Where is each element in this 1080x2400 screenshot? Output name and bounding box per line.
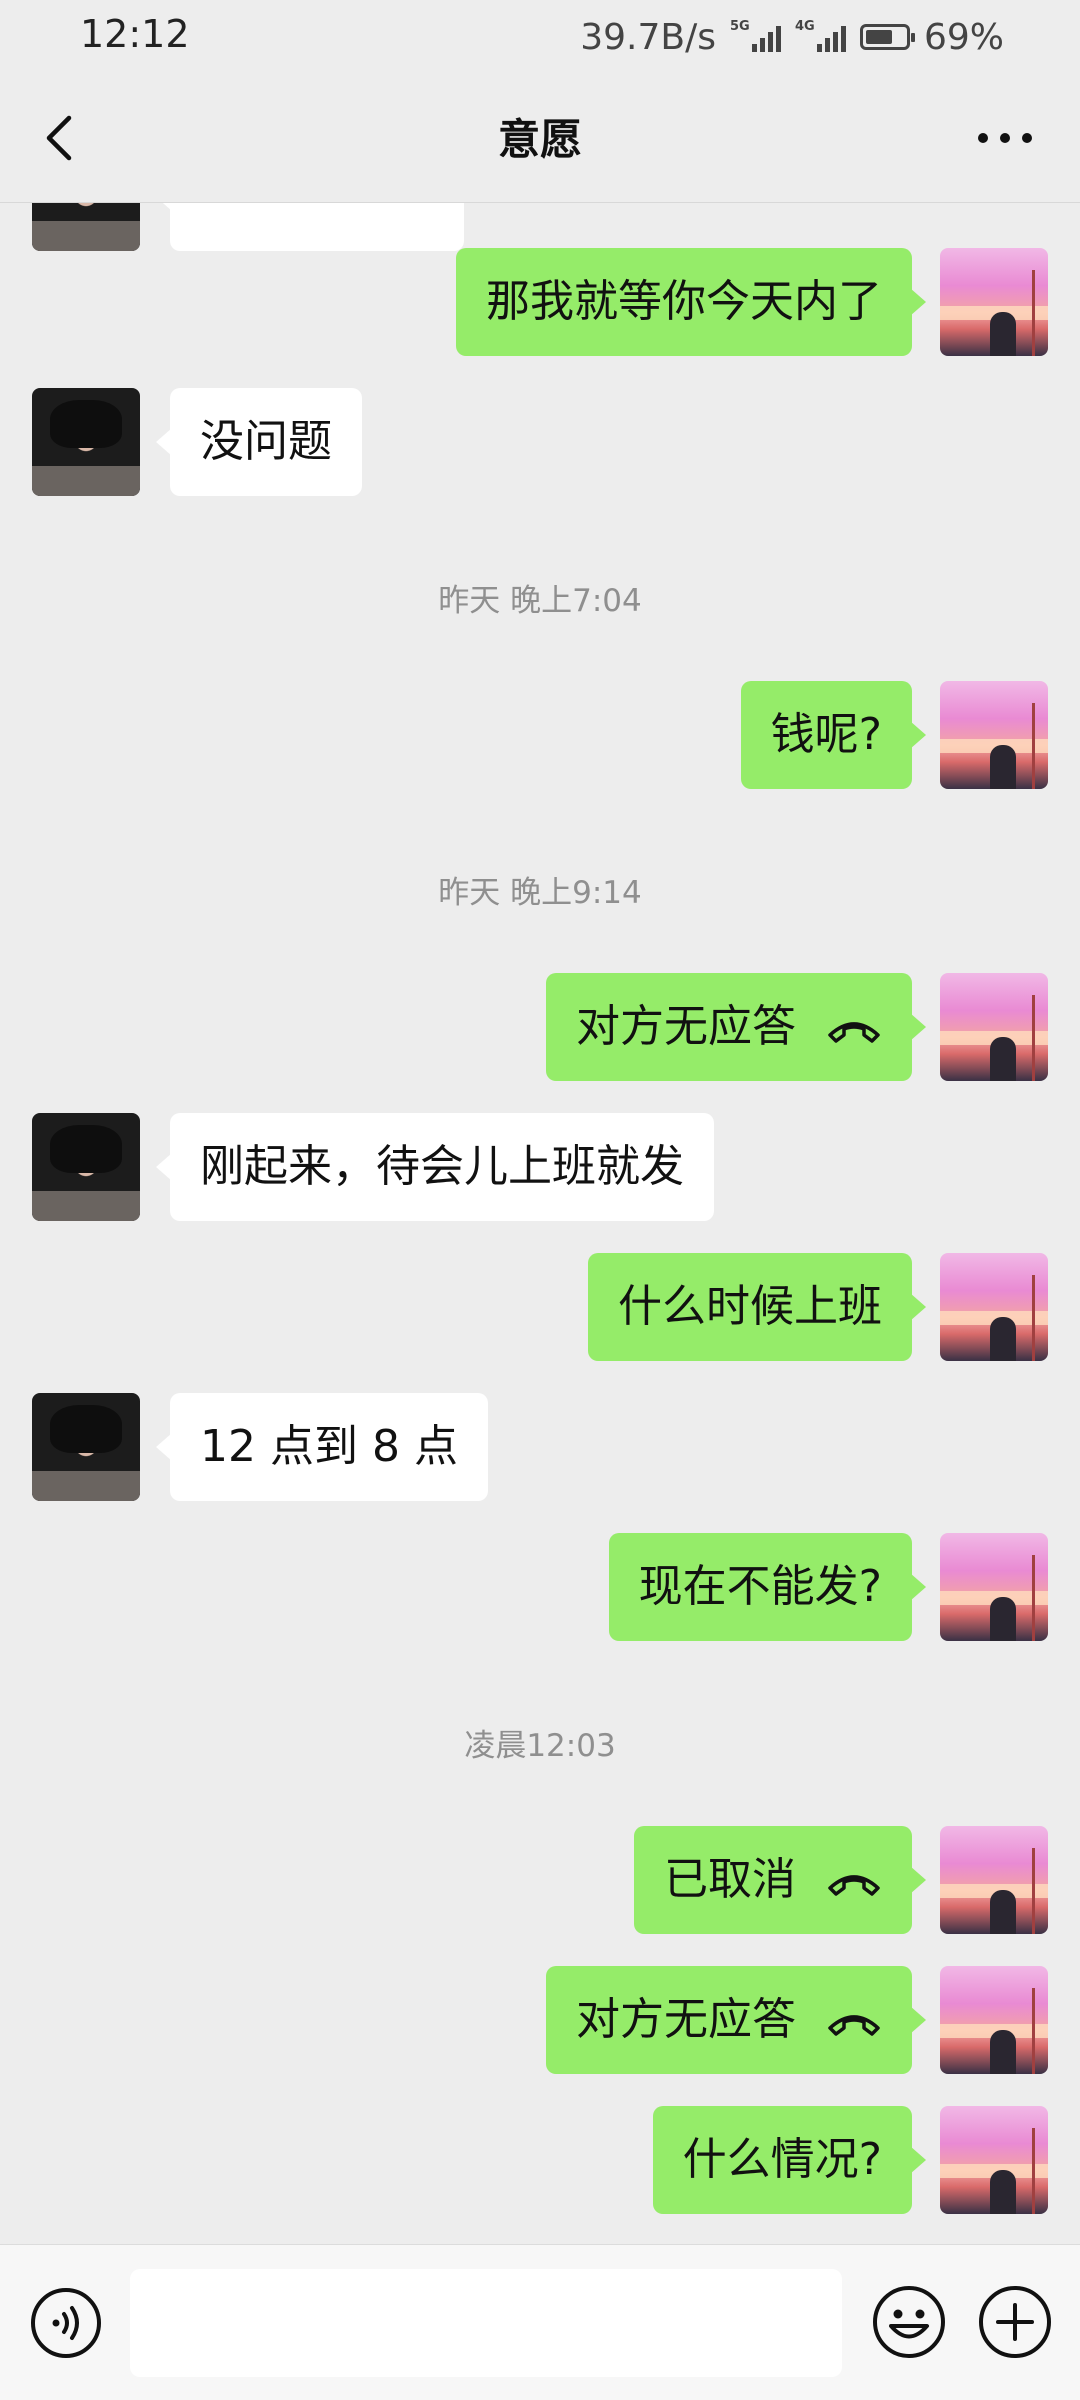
my-avatar[interactable] xyxy=(940,1533,1048,1641)
my-avatar[interactable] xyxy=(940,1253,1048,1361)
message-bubble-partial[interactable] xyxy=(156,203,464,251)
my-avatar[interactable] xyxy=(940,248,1048,356)
chat-screen: 12:12 39.7B/s 5G 4G 69% 意愿 那我就等你今天内了 没问题… xyxy=(0,0,1080,2400)
sent-message[interactable]: 现在不能发? xyxy=(608,1533,927,1641)
battery-percent: 69% xyxy=(923,16,1004,58)
contact-avatar[interactable] xyxy=(32,203,140,251)
chat-header: 意愿 xyxy=(0,72,1080,203)
timestamp: 昨天 晚上7:04 xyxy=(438,583,642,619)
timestamp: 凌晨12:03 xyxy=(464,1728,616,1764)
hangup-phone-icon xyxy=(828,2015,880,2036)
sent-message[interactable]: 钱呢? xyxy=(740,681,927,789)
plus-icon[interactable] xyxy=(978,2285,1052,2359)
sent-message[interactable]: 什么时候上班 xyxy=(588,1253,926,1361)
status-time: 12:12 xyxy=(80,12,190,56)
call-record-message[interactable]: 对方无应答 xyxy=(546,1966,926,2074)
signal-5g-icon: 5G xyxy=(730,20,781,52)
message-list[interactable]: 那我就等你今天内了 没问题 昨天 晚上7:04 钱呢? 昨天 晚上9:14 对方… xyxy=(0,203,1080,2245)
status-indicators: 39.7B/s 5G 4G 69% xyxy=(580,12,1004,62)
sent-message[interactable]: 那我就等你今天内了 xyxy=(456,248,926,356)
network-speed: 39.7B/s xyxy=(580,16,716,58)
call-record-message[interactable]: 已取消 xyxy=(634,1826,926,1934)
battery-icon xyxy=(859,24,915,50)
chat-title: 意愿 xyxy=(497,115,582,164)
my-avatar[interactable] xyxy=(940,1966,1048,2074)
call-record-message[interactable]: 对方无应答 xyxy=(546,973,926,1081)
hangup-phone-icon xyxy=(828,1875,880,1896)
my-avatar[interactable] xyxy=(940,2106,1048,2214)
contact-avatar[interactable] xyxy=(32,1113,140,1221)
sent-message[interactable]: 什么情况? xyxy=(652,2106,927,2214)
message-input[interactable] xyxy=(130,2269,842,2377)
contact-avatar[interactable] xyxy=(32,1393,140,1501)
more-button[interactable] xyxy=(970,118,1040,158)
my-avatar[interactable] xyxy=(940,973,1048,1081)
voice-icon[interactable] xyxy=(30,2287,102,2359)
received-message[interactable]: 刚起来，待会儿上班就发 xyxy=(156,1113,714,1221)
received-message[interactable]: 12 点到 8 点 xyxy=(156,1393,488,1501)
contact-avatar[interactable] xyxy=(32,388,140,496)
timestamp: 昨天 晚上9:14 xyxy=(438,875,642,911)
received-message[interactable]: 没问题 xyxy=(156,388,362,496)
my-avatar[interactable] xyxy=(940,681,1048,789)
hangup-phone-icon xyxy=(828,1022,880,1043)
status-bar: 12:12 39.7B/s 5G 4G 69% xyxy=(0,0,1080,72)
more-dots-icon xyxy=(978,133,1032,143)
signal-4g-icon: 4G xyxy=(795,20,846,52)
input-bar xyxy=(0,2244,1080,2400)
my-avatar[interactable] xyxy=(940,1826,1048,1934)
emoji-icon[interactable] xyxy=(872,2285,946,2359)
